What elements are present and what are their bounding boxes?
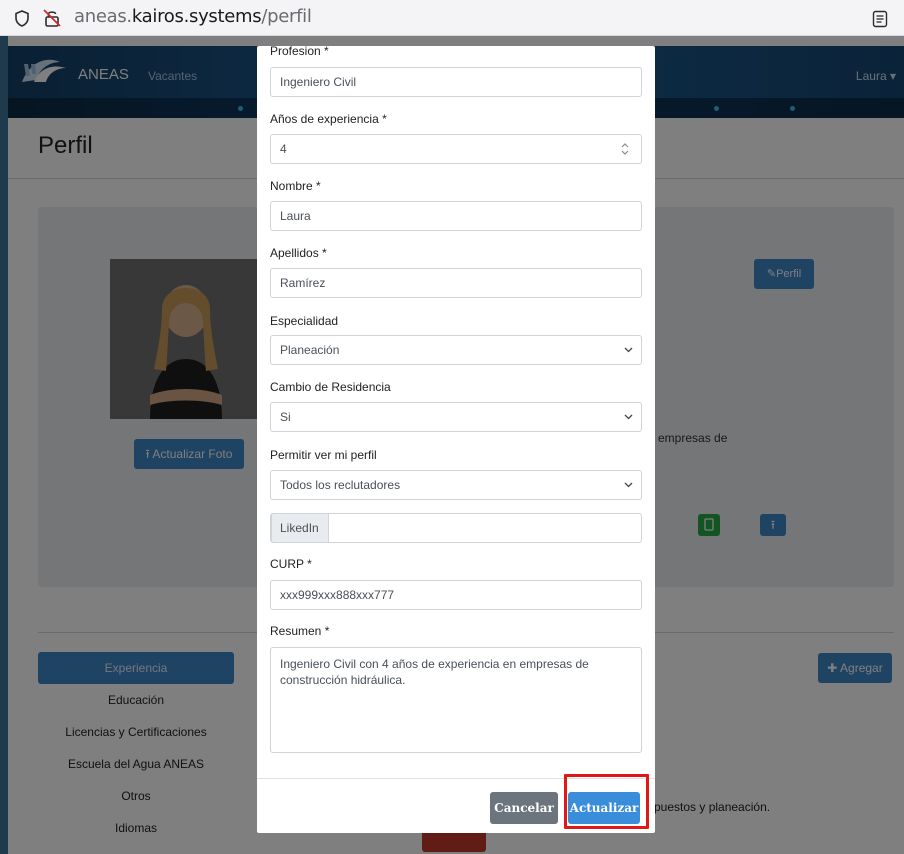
chevron-down-icon bbox=[624, 347, 633, 353]
shield-icon[interactable] bbox=[14, 10, 30, 27]
apellidos-label: Apellidos * bbox=[270, 246, 327, 260]
resumen-label: Resumen * bbox=[270, 624, 330, 638]
browser-address-bar: aneas.kairos.systems/perfil bbox=[0, 0, 904, 36]
profesion-label: Profesion * bbox=[270, 44, 329, 58]
url-text[interactable]: aneas.kairos.systems/perfil bbox=[74, 6, 312, 27]
profesion-input[interactable]: Ingeniero Civil bbox=[270, 67, 642, 97]
cancel-button[interactable]: Cancelar bbox=[490, 792, 558, 824]
anios-experiencia-label: Años de experiencia * bbox=[270, 112, 387, 126]
especialidad-select[interactable]: Planeación bbox=[270, 335, 642, 365]
curp-input[interactable]: xxx999xxx888xxx777 bbox=[270, 580, 642, 610]
edit-profile-modal: Profesion * Ingeniero Civil Años de expe… bbox=[257, 44, 655, 833]
chevron-down-icon bbox=[624, 414, 633, 420]
url-domain: kairos.systems bbox=[131, 6, 262, 27]
insecure-lock-icon[interactable] bbox=[42, 8, 62, 28]
number-spinner-icon[interactable] bbox=[619, 141, 631, 157]
permitir-perfil-label: Permitir ver mi perfil bbox=[270, 448, 377, 462]
anios-experiencia-input[interactable]: 4 bbox=[270, 134, 642, 164]
permitir-perfil-select[interactable]: Todos los reclutadores bbox=[270, 470, 642, 500]
linkedin-addon: LikedIn bbox=[271, 513, 329, 543]
reader-view-icon[interactable] bbox=[872, 10, 888, 28]
especialidad-value: Planeación bbox=[280, 343, 340, 357]
cambio-residencia-select[interactable]: Si bbox=[270, 402, 642, 432]
especialidad-label: Especialidad bbox=[270, 314, 339, 328]
linkedin-input-group[interactable]: LikedIn bbox=[270, 513, 642, 543]
url-path: /perfil bbox=[261, 6, 312, 27]
resumen-textarea[interactable]: Ingeniero Civil con 4 años de experienci… bbox=[270, 647, 642, 753]
curp-label: CURP * bbox=[270, 557, 312, 571]
window-left-strip bbox=[0, 36, 8, 854]
apellidos-input[interactable]: Ramírez bbox=[270, 268, 642, 298]
nombre-input[interactable]: Laura bbox=[270, 201, 642, 231]
cambio-residencia-label: Cambio de Residencia bbox=[270, 380, 391, 394]
permitir-perfil-value: Todos los reclutadores bbox=[280, 478, 401, 492]
highlight-box bbox=[564, 774, 649, 829]
cambio-residencia-value: Si bbox=[280, 410, 291, 424]
url-prefix: aneas. bbox=[74, 6, 132, 27]
anios-experiencia-value: 4 bbox=[280, 142, 287, 156]
nombre-label: Nombre * bbox=[270, 179, 321, 193]
chevron-down-icon bbox=[624, 482, 633, 488]
